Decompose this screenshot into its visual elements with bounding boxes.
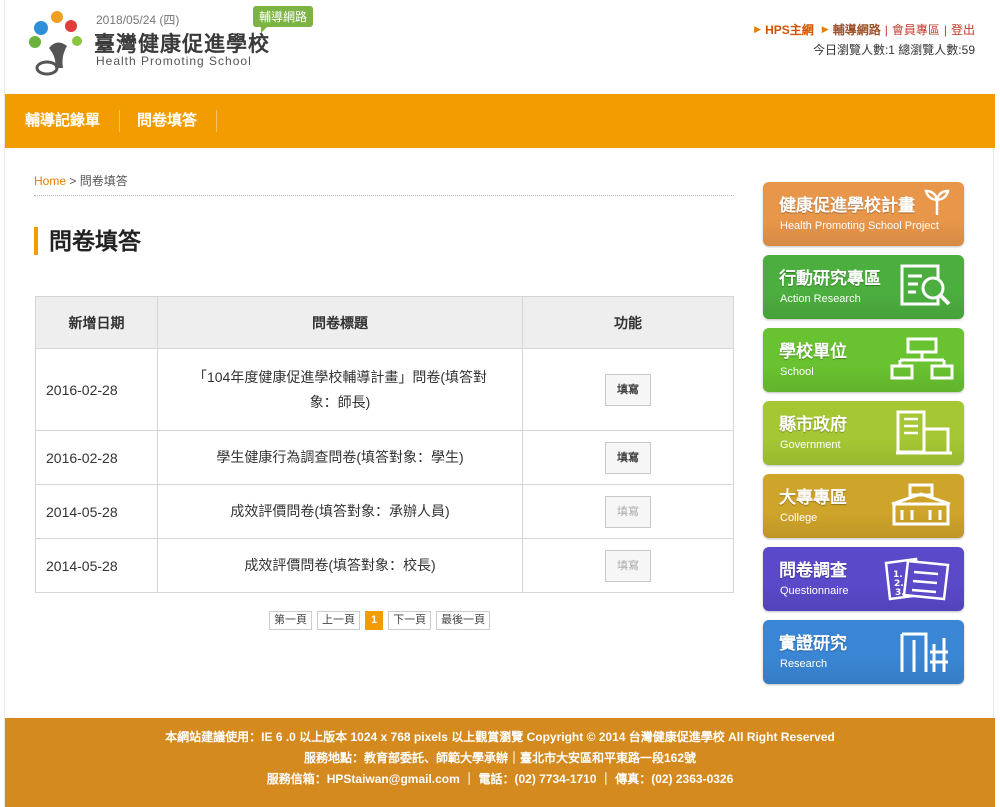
sidebar-item-sublabel: Government [780, 439, 841, 451]
breadcrumb-separator: > [66, 174, 80, 188]
triangle-right-icon: ▶ [821, 24, 829, 34]
document-list-icon: 1. 2. 3. [884, 557, 950, 601]
sidebar-item-hps-project[interactable]: 健康促進學校計畫 Health Promoting School Project [763, 182, 964, 246]
row-title: 成效評價問卷(填答對象：承辦人員) [157, 484, 523, 539]
logout-link[interactable]: 登出 [951, 21, 975, 38]
column-header-action: 功能 [522, 296, 734, 349]
hps-main-link[interactable]: HPS主網 [765, 21, 814, 38]
sidebar-item-label: 大專專區 [779, 488, 847, 507]
sidebar-item-research[interactable]: 實證研究 Research [763, 620, 964, 684]
site-header: 2018/05/24 (四) 輔導網路 臺灣健康促進學校 Health Prom… [5, 0, 995, 94]
row-action-cell: 填寫 [522, 430, 734, 485]
pager-prev-button[interactable]: 上一頁 [317, 611, 360, 630]
divider: | [943, 22, 947, 37]
table-row: 2014-05-28 成效評價問卷(填答對象：承辦人員) 填寫 [35, 484, 734, 539]
row-date: 2014-05-28 [35, 538, 158, 593]
college-icon [891, 483, 951, 526]
sidebar-item-college[interactable]: 大專專區 College [763, 474, 964, 538]
fill-in-button-disabled: 填寫 [605, 495, 651, 528]
page-frame: 2018/05/24 (四) 輔導網路 臺灣健康促進學校 Health Prom… [4, 0, 995, 807]
table-header-row: 新增日期 問卷標題 功能 [35, 296, 734, 349]
site-subtitle: Health Promoting School [96, 54, 252, 68]
site-footer: 本網站建議使用：IE 6 .0 以上版本 1024 x 768 pixels 以… [5, 718, 995, 807]
pager-first-button[interactable]: 第一頁 [269, 611, 312, 630]
fill-in-button[interactable]: 填寫 [605, 373, 651, 406]
row-action-cell: 填寫 [522, 348, 734, 431]
support-network-badge: 輔導網路 [253, 6, 314, 33]
sidebar-item-sublabel: Questionnaire [780, 585, 849, 597]
breadcrumb-home[interactable]: Home [34, 174, 66, 188]
sidebar-item-government[interactable]: 縣市政府 Government [763, 401, 964, 465]
sidebar-item-school[interactable]: 學校單位 School [763, 328, 964, 392]
row-date: 2014-05-28 [35, 484, 158, 539]
questionnaire-table: 新增日期 問卷標題 功能 2016-02-28 「104年度健康促進學校輔導計畫… [35, 296, 734, 593]
svg-text:3.: 3. [895, 588, 905, 598]
footer-contact: 服務信箱：HPStaiwan@gmail.com ｜ 電話：(02) 7734-… [266, 772, 734, 786]
table-row: 2016-02-28 「104年度健康促進學校輔導計畫」問卷(填答對象：師長) … [35, 348, 734, 431]
sidebar-item-label: 縣市政府 [779, 415, 847, 434]
row-title: 成效評價問卷(填答對象：校長) [157, 538, 523, 593]
support-network-link[interactable]: 輔導網路 [833, 21, 881, 38]
footer-address: 服務地點：教育部委託、師範大學承辦｜臺北市大安區和平東路一段162號 [303, 751, 697, 765]
row-date: 2016-02-28 [35, 348, 158, 431]
sidebar-item-action-research[interactable]: 行動研究專區 Action Research [763, 255, 964, 319]
sprout-icon [924, 189, 950, 215]
row-action-cell: 填寫 [522, 538, 734, 593]
sidebar-item-label: 學校單位 [779, 342, 847, 361]
sidebar-item-sublabel: College [780, 512, 818, 524]
magnifier-icon [900, 264, 951, 306]
hps-logo-icon[interactable] [27, 8, 87, 80]
sidebar-item-sublabel: Research [780, 658, 828, 670]
row-title: 「104年度健康促進學校輔導計畫」問卷(填答對象：師長) [157, 348, 523, 431]
row-action-cell: 填寫 [522, 484, 734, 539]
sidebar-item-label: 行動研究專區 [779, 269, 881, 288]
pager-last-button[interactable]: 最後一頁 [436, 611, 491, 630]
sidebar-item-sublabel: Health Promoting School Project [780, 220, 939, 232]
breadcrumb: Home > 問卷填答 [34, 172, 128, 189]
page-title: 問卷填答 [34, 227, 141, 255]
triangle-right-icon: ▶ [754, 24, 762, 34]
nav-item-questionnaire[interactable]: 問卷填答 [137, 110, 218, 132]
pagination: 第一頁 上一頁 1 下一頁 最後一頁 [269, 611, 495, 630]
sidebar-item-questionnaire[interactable]: 問卷調查 Questionnaire 1. 2. 3. [763, 547, 964, 611]
row-date: 2016-02-28 [35, 430, 158, 485]
visitor-count: 今日瀏覽人數:1 總瀏覽人數:59 [812, 43, 975, 57]
breadcrumb-current: 問卷填答 [79, 174, 128, 188]
main-nav: 輔導記錄單 問卷填答 [5, 94, 995, 148]
member-area-link[interactable]: 會員專區 [892, 21, 940, 38]
divider: | [884, 22, 888, 37]
table-row: 2014-05-28 成效評價問卷(填答對象：校長) 填寫 [35, 538, 734, 593]
sidebar-item-label: 實證研究 [779, 634, 847, 653]
footer-browser-note: 本網站建議使用：IE 6 .0 以上版本 1024 x 768 pixels 以… [165, 730, 835, 744]
org-chart-icon [890, 337, 954, 380]
top-links: ▶ HPS主網 ▶ 輔導網路 | 會員專區 | 登出 [746, 21, 975, 38]
pager-current-page: 1 [365, 611, 384, 630]
row-title: 學生健康行為調查問卷(填答對象：學生) [157, 430, 523, 485]
current-date: 2018/05/24 (四) [96, 13, 180, 27]
sidebar-item-sublabel: School [780, 366, 814, 378]
columns-icon [900, 632, 948, 672]
sidebar-item-label: 問卷調查 [779, 561, 847, 580]
sidebar-item-label: 健康促進學校計畫 [779, 196, 915, 215]
nav-item-counseling-record[interactable]: 輔導記錄單 [25, 110, 121, 132]
sidebar-item-sublabel: Action Research [780, 293, 861, 305]
table-row: 2016-02-28 學生健康行為調查問卷(填答對象：學生) 填寫 [35, 430, 734, 485]
column-header-title: 問卷標題 [157, 296, 523, 349]
column-header-date: 新增日期 [35, 296, 158, 349]
building-icon [896, 410, 952, 455]
pager-next-button[interactable]: 下一頁 [388, 611, 432, 630]
divider [34, 195, 734, 196]
fill-in-button[interactable]: 填寫 [605, 441, 651, 474]
fill-in-button-disabled: 填寫 [605, 549, 651, 582]
